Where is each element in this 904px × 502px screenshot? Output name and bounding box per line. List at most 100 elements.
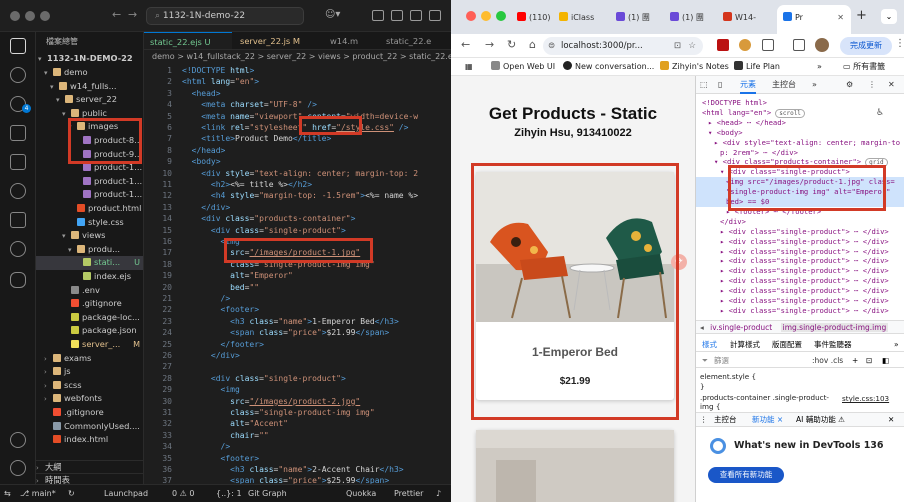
workspace-root[interactable]: ▾ 1132-1N-DEMO-22 xyxy=(36,52,143,66)
editor-tab[interactable]: server_22.js M xyxy=(234,32,322,49)
docker-icon[interactable] xyxy=(10,272,26,288)
minimize-window-dot[interactable] xyxy=(25,11,35,21)
editor-tab[interactable]: static_22.ejs U xyxy=(144,32,232,49)
bookmark-open-webui[interactable]: Open Web UI xyxy=(491,58,555,76)
tree-item[interactable]: › js xyxy=(36,365,143,379)
breadcrumb-scroll-left-icon[interactable]: ◂ xyxy=(700,323,704,332)
dom-node-line[interactable]: </div> xyxy=(696,217,904,227)
apps-grid-icon[interactable]: ▦ xyxy=(465,58,473,76)
back-arrow-icon[interactable]: ← xyxy=(112,8,121,21)
chrome-tab[interactable]: (1) 團 xyxy=(616,9,668,26)
more-tabs-icon[interactable]: » xyxy=(812,76,817,94)
dom-node-line[interactable]: ▸ <div class="single-product"> ⋯ </div> xyxy=(696,266,904,276)
toggle-rendering-icon[interactable]: ⊡ xyxy=(866,354,872,368)
dom-node-line[interactable]: p: 2rem"> ⋯ </div> xyxy=(696,148,904,158)
tree-item[interactable]: stati... U xyxy=(36,256,143,270)
close-tab-icon[interactable]: ✕ xyxy=(837,5,844,30)
tree-item[interactable]: server_... M xyxy=(36,338,143,352)
editor-tab[interactable]: static_22.e xyxy=(380,32,451,49)
tree-item[interactable]: ▾ produ... xyxy=(36,243,143,257)
profile-avatar[interactable] xyxy=(815,38,829,52)
tree-item[interactable]: index.ejs xyxy=(36,270,143,284)
run-debug-icon[interactable] xyxy=(10,125,26,141)
tree-item[interactable]: ▾ w14_fulls... xyxy=(36,80,143,94)
tab-layout[interactable]: 版面配置 xyxy=(772,338,802,352)
search-icon[interactable] xyxy=(10,67,26,83)
testing-icon[interactable] xyxy=(10,212,26,228)
address-bar[interactable]: ⊜ localhost:3000/pr... ⊡ ☆ xyxy=(543,37,703,55)
accessibility-tree-icon[interactable]: ♿ xyxy=(876,108,884,118)
extensions-puzzle-icon[interactable] xyxy=(762,39,774,51)
element-style-rule[interactable]: element.style { xyxy=(700,372,756,381)
side-panel-icon[interactable] xyxy=(793,39,805,51)
extension-2-icon[interactable] xyxy=(739,39,751,51)
git-graph-status[interactable]: Git Graph xyxy=(248,485,287,502)
dom-node-line[interactable]: ▸ <div class="single-product"> ⋯ </div> xyxy=(696,237,904,247)
launchpad-status[interactable]: Launchpad xyxy=(104,485,148,502)
bookmark-zihyin-notes[interactable]: Zihyin's Notes xyxy=(660,58,729,76)
rule-selector[interactable]: .products-container .single-product-img … xyxy=(700,393,840,411)
chrome-tab[interactable]: (1) 團 xyxy=(670,9,722,26)
extension-1-icon[interactable] xyxy=(717,39,729,51)
manage-gear-icon[interactable] xyxy=(10,460,26,476)
dom-node-line[interactable]: ▸ <div class="single-product"> ⋯ </div> xyxy=(696,227,904,237)
tab-elements[interactable]: 元素 xyxy=(740,76,756,94)
minimize-window-dot[interactable] xyxy=(481,11,491,21)
toggle-secondary-sidebar-icon[interactable] xyxy=(410,10,422,21)
remote-explorer-icon[interactable] xyxy=(10,183,26,199)
close-window-dot[interactable] xyxy=(10,11,20,21)
maximize-window-dot[interactable] xyxy=(40,11,50,21)
tree-item[interactable]: product.html xyxy=(36,202,143,216)
dom-node-line[interactable]: ▸ <div class="single-product"> ⋯ </div> xyxy=(696,247,904,257)
breadcrumb-item-active[interactable]: img.single-product-img.img xyxy=(780,323,889,332)
customize-layout-icon[interactable] xyxy=(429,10,441,21)
computed-sidebar-icon[interactable]: ◧ xyxy=(882,354,889,368)
dom-node-line[interactable]: ▸ <head> ⋯ </head> xyxy=(696,118,904,128)
command-center-search[interactable]: ⌕ 1132-1N-demo-22 xyxy=(146,7,304,25)
accounts-icon[interactable] xyxy=(10,432,26,448)
menu-kebab-icon[interactable]: ⋮ xyxy=(895,38,904,49)
chrome-tab-active[interactable]: Pr ✕ xyxy=(777,5,851,34)
dom-node-line[interactable]: <html lang="en"> scroll xyxy=(696,108,904,118)
tree-item[interactable]: style.css xyxy=(36,216,143,230)
tree-item[interactable]: ▾ server_22 xyxy=(36,93,143,107)
dom-badge[interactable]: scroll xyxy=(775,108,805,118)
tree-item[interactable]: › exams xyxy=(36,352,143,366)
copilot-icon[interactable]: ☺▾ xyxy=(325,9,340,20)
dom-node-line[interactable]: <!DOCTYPE html> xyxy=(696,98,904,108)
tree-item[interactable]: › scss xyxy=(36,379,143,393)
tree-item[interactable]: package.json xyxy=(36,324,143,338)
more-style-tabs-icon[interactable]: » xyxy=(894,338,899,352)
tree-item[interactable]: index.html xyxy=(36,433,143,447)
extensions-icon[interactable] xyxy=(10,154,26,170)
tree-item[interactable]: product-1... xyxy=(36,188,143,202)
close-drawer-icon[interactable]: ✕ xyxy=(888,413,894,427)
code-editor[interactable]: 1 <!DOCTYPE html> 2 <html lang="en"> 3 <head… xyxy=(144,63,451,484)
tree-item[interactable]: CommonlyUsed.... xyxy=(36,420,143,434)
dom-node-line[interactable]: ▸ <div style="text-align: center; margin… xyxy=(696,138,904,148)
dom-node-line[interactable]: ▾ <body> xyxy=(696,128,904,138)
inspect-element-icon[interactable]: ⬚ xyxy=(700,76,708,94)
back-icon[interactable]: ← xyxy=(461,38,470,51)
all-bookmarks[interactable]: ▭ 所有書籤 xyxy=(843,58,885,76)
quokka-status[interactable]: Quokka xyxy=(346,485,376,502)
bookmark-life-plan[interactable]: Life Plan xyxy=(734,58,780,76)
drawer-tab-console[interactable]: 主控台 xyxy=(714,413,737,427)
tab-event-listeners[interactable]: 事件監聽器 xyxy=(814,338,852,352)
more-bookmarks-chevron-icon[interactable]: » xyxy=(817,58,822,76)
dom-node-line[interactable]: ▸ <div class="single-product"> ⋯ </div> xyxy=(696,296,904,306)
drawer-menu-icon[interactable]: ⋮ xyxy=(700,413,708,427)
install-app-icon[interactable]: ⊡ xyxy=(674,37,681,55)
rule-source-link[interactable]: style.css:103 xyxy=(842,394,889,403)
drawer-tab-ai-assistance[interactable]: AI 輔助功能 ⚠ xyxy=(796,413,845,427)
tree-item[interactable]: ▾ demo xyxy=(36,66,143,80)
devtools-menu-icon[interactable]: ⋮ xyxy=(868,76,876,94)
dom-node-line[interactable]: ▸ <div class="single-product"> ⋯ </div> xyxy=(696,286,904,296)
tree-item[interactable]: .gitignore xyxy=(36,406,143,420)
forward-arrow-icon[interactable]: → xyxy=(128,8,137,21)
problems-status[interactable]: 0 ⚠ 0 xyxy=(172,485,194,502)
dom-node-line[interactable]: ▸ <div class="single-product"> ⋯ </div> xyxy=(696,306,904,316)
new-tab-icon[interactable]: + xyxy=(856,8,867,23)
bookmark-star-icon[interactable]: ☆ xyxy=(688,37,696,55)
tree-item[interactable]: package-loc... xyxy=(36,311,143,325)
